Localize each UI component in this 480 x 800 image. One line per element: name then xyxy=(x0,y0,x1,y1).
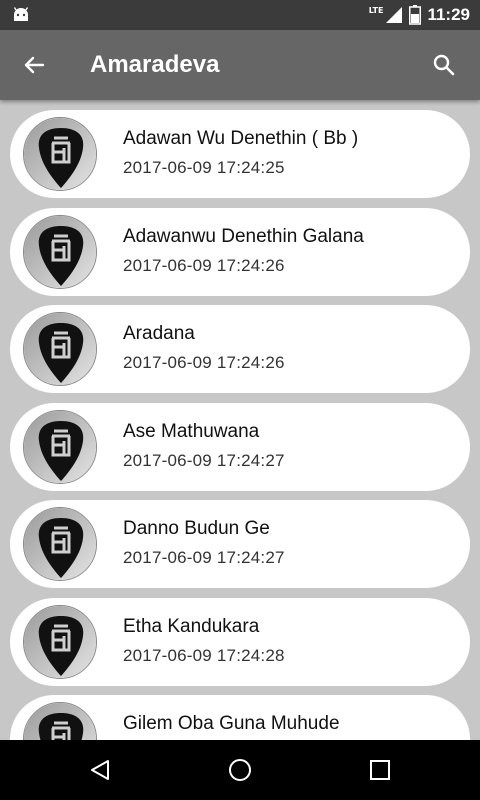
song-list-item[interactable]: Adawanwu Denethin Galana 2017-06-09 17:24… xyxy=(10,207,470,296)
nav-home-button[interactable] xyxy=(220,750,260,790)
song-thumbnail xyxy=(23,214,97,289)
nav-back-button[interactable] xyxy=(80,750,120,790)
nav-recents-icon xyxy=(370,760,390,780)
guitar-pick-logo-icon xyxy=(24,313,96,385)
android-icon xyxy=(13,7,29,21)
nav-back-icon xyxy=(91,760,109,780)
nav-home-icon xyxy=(229,759,251,781)
song-list-item[interactable]: Ase Mathuwana 2017-06-09 17:24:27 xyxy=(10,402,470,491)
song-thumbnail xyxy=(23,409,97,484)
app-bar: Amaradeva xyxy=(0,30,480,100)
song-title: Ase Mathuwana xyxy=(123,420,260,442)
song-date: 2017-06-09 17:24:27 xyxy=(123,450,285,470)
song-title: Etha Kandukara xyxy=(123,615,260,637)
guitar-pick-logo-icon xyxy=(24,215,96,288)
song-title: Danno Budun Ge xyxy=(123,518,270,539)
song-list-item[interactable]: Aradana 2017-06-09 17:24:26 xyxy=(10,305,470,393)
song-date: 2017-06-09 17:24:25 xyxy=(123,158,285,177)
song-list-item[interactable]: Adawan Wu Denethin ( Bb ) 2017-06-09 17:2… xyxy=(10,110,470,198)
nav-recents-button[interactable] xyxy=(360,750,400,790)
page-title: Amaradeva xyxy=(90,51,220,78)
guitar-pick-logo-icon xyxy=(24,410,96,483)
song-date: 2017-06-09 17:24:26 xyxy=(123,255,285,275)
song-date: 2017-06-09 17:24:28 xyxy=(123,645,285,665)
song-list[interactable]: Adawan Wu Denethin ( Bb ) 2017-06-09 17:2… xyxy=(0,100,480,740)
battery-icon xyxy=(409,5,422,25)
song-title: Adawan Wu Denethin ( Bb ) xyxy=(123,128,359,149)
back-button[interactable] xyxy=(16,47,52,83)
song-thumbnail xyxy=(23,117,97,191)
search-icon xyxy=(433,54,455,76)
song-title: Adawanwu Denethin Galana xyxy=(123,225,364,247)
song-date: 2017-06-09 17:24:26 xyxy=(123,353,285,372)
guitar-pick-logo-icon xyxy=(24,703,96,740)
song-thumbnail xyxy=(23,312,97,386)
song-title: Aradana xyxy=(123,323,195,344)
song-list-item[interactable]: Danno Budun Ge 2017-06-09 17:24:27 xyxy=(10,500,470,588)
guitar-pick-logo-icon xyxy=(24,118,96,190)
search-button[interactable] xyxy=(426,47,462,83)
song-thumbnail xyxy=(23,702,97,740)
guitar-pick-logo-icon xyxy=(24,605,96,678)
back-arrow-icon xyxy=(24,56,45,74)
song-list-item[interactable]: Gilem Oba Guna Muhude xyxy=(10,695,470,740)
song-title: Gilem Oba Guna Muhude xyxy=(123,713,340,734)
status-time: 11:29 xyxy=(427,5,470,24)
song-thumbnail xyxy=(23,507,97,581)
navigation-bar xyxy=(0,740,480,800)
network-type-label: LTE xyxy=(368,5,384,15)
lte-signal-icon xyxy=(386,7,403,23)
guitar-pick-logo-icon xyxy=(24,508,96,580)
song-date: 2017-06-09 17:24:27 xyxy=(123,548,285,567)
song-thumbnail xyxy=(23,604,97,679)
status-bar: LTE 11:29 xyxy=(0,0,480,30)
song-list-item[interactable]: Etha Kandukara 2017-06-09 17:24:28 xyxy=(10,597,470,686)
